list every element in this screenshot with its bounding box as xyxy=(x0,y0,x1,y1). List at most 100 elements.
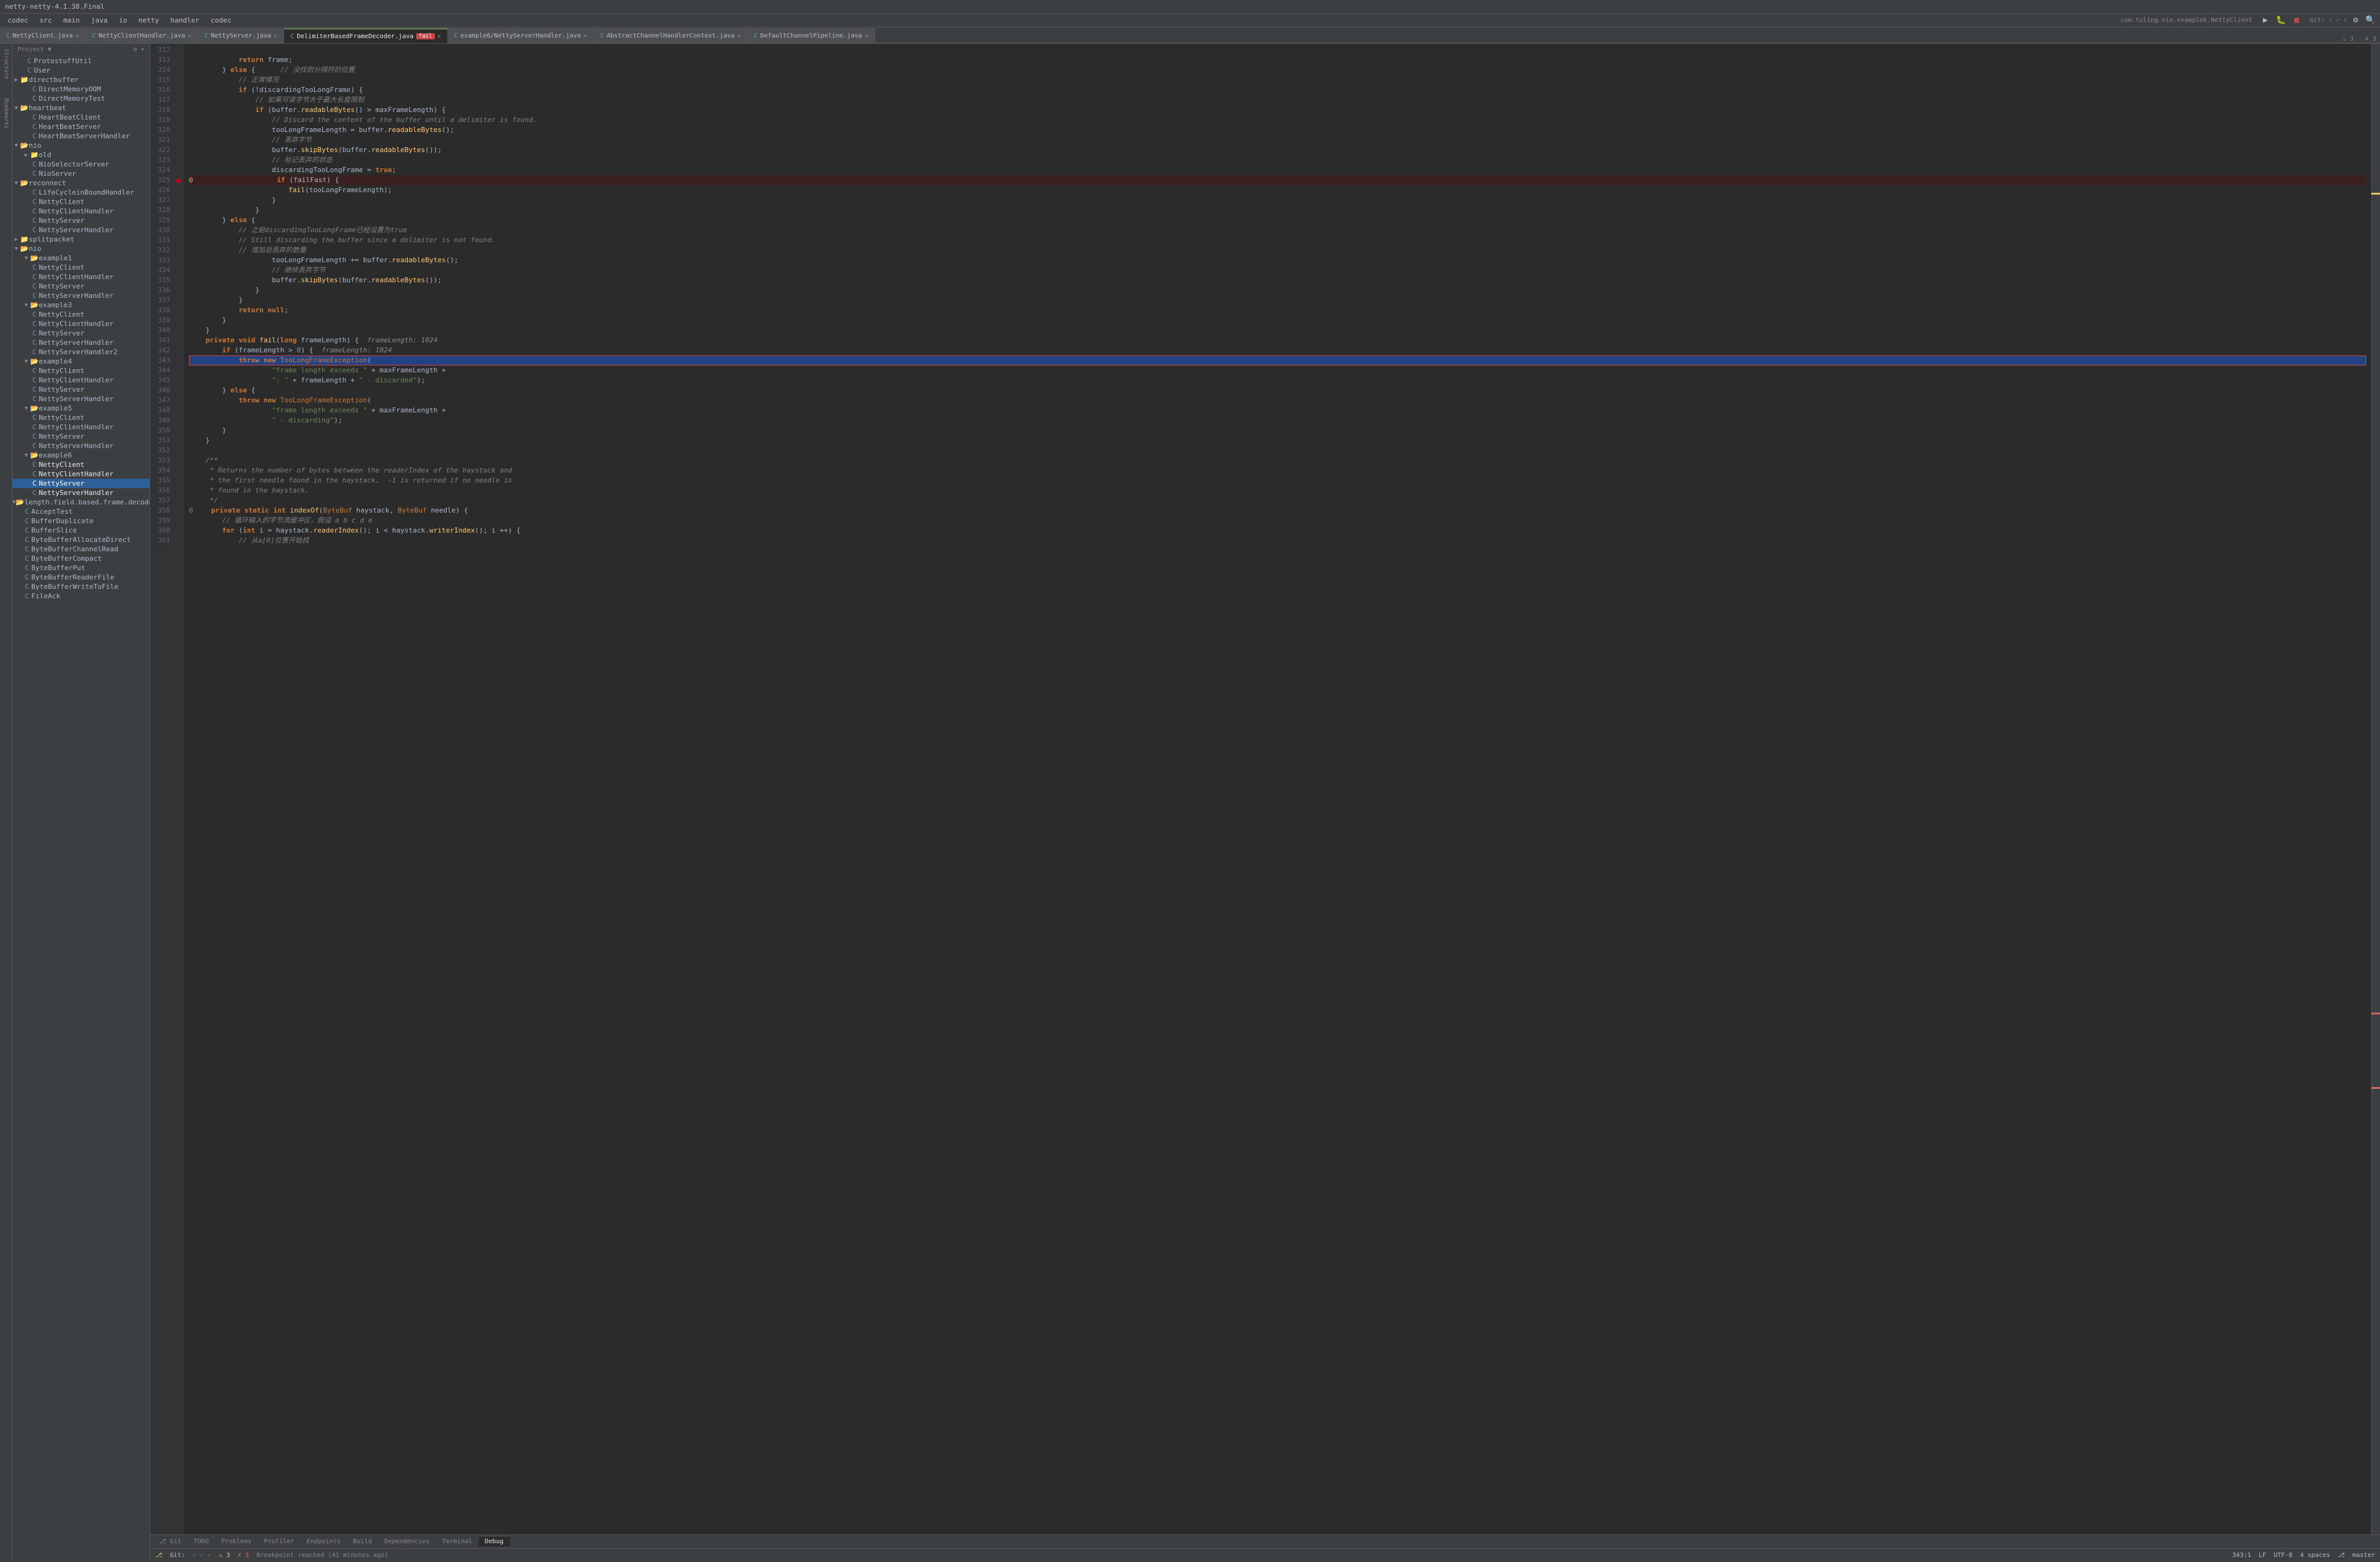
tree-item-nettyserver-ex1[interactable]: C NettyServer xyxy=(13,282,150,291)
tab-delimiterbasedframedecoder[interactable]: C DelimiterBasedFrameDecoder.java fail × xyxy=(284,28,447,43)
tree-item-nettyserver-ex3[interactable]: C NettyServer xyxy=(13,329,150,338)
tree-item-nettyserverhandler-ex5[interactable]: C NettyServerHandler xyxy=(13,441,150,451)
bottom-tab-profiler[interactable]: Profiler xyxy=(258,1537,300,1546)
tree-item-bytebufferwritetofile[interactable]: C ByteBufferWriteToFile xyxy=(13,582,150,591)
tree-item-bufferslice[interactable]: C BufferSlice xyxy=(13,526,150,535)
tree-item-bufferduplicate[interactable]: C BufferDuplicate xyxy=(13,516,150,526)
tab-nettyclient[interactable]: C NettyClient.java × xyxy=(0,28,86,43)
tree-item-nettyclienthandler-reconnect[interactable]: C NettyClientHandler xyxy=(13,207,150,216)
stop-btn[interactable]: ■ xyxy=(2290,14,2304,28)
tree-item-nettyserverhandler2-ex3[interactable]: C NettyServerHandler2 xyxy=(13,347,150,357)
menu-codec2[interactable]: codec xyxy=(206,15,236,26)
tab-close-delimiterbasedframedecoder[interactable]: × xyxy=(437,33,441,40)
tree-item-nettyserverhandler-ex1[interactable]: C NettyServerHandler xyxy=(13,291,150,300)
structure-icon[interactable]: Structure xyxy=(2,46,11,82)
tree-item-heartbeatserverhandler[interactable]: C HeartBeatServerHandler xyxy=(13,131,150,141)
tree-item-bytebuffercompact[interactable]: C ByteBufferCompact xyxy=(13,554,150,563)
menu-netty[interactable]: netty xyxy=(133,15,164,26)
tree-item-nettyserverhandler-ex4[interactable]: C NettyServerHandler xyxy=(13,394,150,404)
tree-item-nettyclient-ex6[interactable]: C NettyClient xyxy=(13,460,150,469)
tree-item-nioselectorserver[interactable]: C NioSelectorServer xyxy=(13,160,150,169)
tree-item-nettyclienthandler-ex1[interactable]: C NettyClientHandler xyxy=(13,272,150,282)
tab-close-abstractchannelhandlercontext[interactable]: × xyxy=(737,33,741,39)
menu-io[interactable]: io xyxy=(114,15,132,26)
tree-item-nettyclienthandler-ex4[interactable]: C NettyClientHandler xyxy=(13,375,150,385)
tree-item-splitpacket[interactable]: ▶ 📁 splitpacket xyxy=(13,235,150,244)
tree-item-example6[interactable]: ▼ 📂 example6 xyxy=(13,451,150,460)
tree-item-nettyserver-ex6[interactable]: C NettyServer xyxy=(13,479,150,488)
bookmarks-icon[interactable]: Bookmarks xyxy=(2,96,11,131)
tree-item-directmemorytest[interactable]: C DirectMemoryTest xyxy=(13,94,150,103)
tab-nettyserverhandler-ex6[interactable]: C example6/NettyServerHandler.java × xyxy=(448,28,594,43)
tree-item-nettyserver-ex4[interactable]: C NettyServer xyxy=(13,385,150,394)
tab-close-defaultchannelpipeline[interactable]: × xyxy=(865,33,868,39)
menu-java[interactable]: java xyxy=(86,15,113,26)
search-btn[interactable]: 🔍 xyxy=(2364,14,2377,28)
tree-item-directmemoryoom[interactable]: C DirectMemoryOOM xyxy=(13,84,150,94)
tree-item-nettyserverhandler-reconnect[interactable]: C NettyServerHandler xyxy=(13,225,150,235)
tab-close-nettyclient[interactable]: × xyxy=(75,33,79,39)
menu-main[interactable]: main xyxy=(58,15,85,26)
bottom-tab-endpoints[interactable]: Endpoints xyxy=(300,1537,347,1546)
tree-item-nettyserverhandler-ex6[interactable]: C NettyServerHandler xyxy=(13,488,150,498)
tab-close-nettyserver[interactable]: × xyxy=(273,33,277,39)
tree-item-example4[interactable]: ▼ 📂 example4 xyxy=(13,357,150,366)
tab-nettyclienthandler[interactable]: C NettyClientHandler.java × xyxy=(86,28,198,43)
tree-label-example5: example5 xyxy=(39,404,150,412)
tree-item-fileack[interactable]: C FileAck xyxy=(13,591,150,601)
tree-item-length-field[interactable]: ▼ 📂 length.field.based.frame.decoder xyxy=(13,498,150,507)
tree-item-nio[interactable]: ▼ 📂 nio xyxy=(13,141,150,150)
tree-item-nettyclienthandler-ex5[interactable]: C NettyClientHandler xyxy=(13,422,150,432)
tab-close-nettyserverhandler-ex6[interactable]: × xyxy=(583,33,587,39)
menu-codec[interactable]: codec xyxy=(3,15,33,26)
ln-355: 355 xyxy=(153,476,170,486)
tree-item-nioserver[interactable]: C NioServer xyxy=(13,169,150,178)
bottom-tab-git[interactable]: ⎇ Git xyxy=(153,1537,188,1546)
tree-item-bytebufferchannelread[interactable]: C ByteBufferChannelRead xyxy=(13,544,150,554)
bottom-tab-terminal[interactable]: Terminal xyxy=(436,1537,479,1546)
tree-item-old[interactable]: ▶ 📁 old xyxy=(13,150,150,160)
tree-item-example1[interactable]: ▼ 📂 example1 xyxy=(13,253,150,263)
tree-item-example5[interactable]: ▼ 📂 example5 xyxy=(13,404,150,413)
menu-src[interactable]: src xyxy=(34,15,57,26)
tree-item-reconnect[interactable]: ▼ 📂 reconnect xyxy=(13,178,150,188)
tab-defaultchannelpipeline[interactable]: C DefaultChannelPipeline.java × xyxy=(748,28,875,43)
tab-close-nettyclienthandler[interactable]: × xyxy=(188,33,191,39)
tree-icon-bufferduplicate: C xyxy=(23,517,31,525)
bottom-tab-debug[interactable]: Debug xyxy=(479,1537,510,1546)
tree-item-example3[interactable]: ▼ 📂 example3 xyxy=(13,300,150,310)
run-btn[interactable]: ▶ xyxy=(2259,14,2272,28)
tab-nettyserver[interactable]: C NettyServer.java × xyxy=(198,28,284,43)
settings-btn[interactable]: ⚙ xyxy=(2349,14,2362,28)
bottom-tab-todo[interactable]: TODO xyxy=(188,1537,215,1546)
tree-item-nettyclient-ex5[interactable]: C NettyClient xyxy=(13,413,150,422)
tree-item-nettyclient-reconnect[interactable]: C NettyClient xyxy=(13,197,150,207)
tree-item-bytebufferput[interactable]: C ByteBufferPut xyxy=(13,563,150,573)
tree-item-nettyserver-ex5[interactable]: C NettyServer xyxy=(13,432,150,441)
tree-item-heartbeatserver[interactable]: C HeartBeatServer xyxy=(13,122,150,131)
tree-item-bytebufferallocatedirect[interactable]: C ByteBufferAllocateDirect xyxy=(13,535,150,544)
tree-item-protostuffutil[interactable]: C ProtostuffUtil xyxy=(13,56,150,66)
tree-item-accepttest[interactable]: C AcceptTest xyxy=(13,507,150,516)
tree-item-directbuffer[interactable]: ▶ 📁 directbuffer xyxy=(13,75,150,84)
tree-item-user[interactable]: C User xyxy=(13,66,150,75)
tree-item-nettyserver-reconnect[interactable]: C NettyServer xyxy=(13,216,150,225)
tree-item-nettyclienthandler-ex3[interactable]: C NettyClientHandler xyxy=(13,319,150,329)
code-content[interactable]: return frame; } else {// 没找到分隔符的位置 // 正常… xyxy=(184,44,2371,1534)
debug-btn[interactable]: 🐛 xyxy=(2274,14,2288,28)
tree-item-nettyclient-ex3[interactable]: C NettyClient xyxy=(13,310,150,319)
tree-item-bytebufferreaderfile[interactable]: C ByteBufferReaderFile xyxy=(13,573,150,582)
tree-item-nettyserverhandler-ex3[interactable]: C NettyServerHandler xyxy=(13,338,150,347)
tree-item-nettyclient-ex4[interactable]: C NettyClient xyxy=(13,366,150,375)
bottom-tab-build[interactable]: Build xyxy=(347,1537,378,1546)
bottom-tab-problems[interactable]: Problems xyxy=(215,1537,258,1546)
tree-item-nettyclient-ex1[interactable]: C NettyClient xyxy=(13,263,150,272)
tree-item-nettyclienthandler-ex6[interactable]: C NettyClientHandler xyxy=(13,469,150,479)
tree-item-nio2[interactable]: ▼ 📂 nio xyxy=(13,244,150,253)
tree-item-heartbeatclient[interactable]: C HeartBeatClient xyxy=(13,113,150,122)
tab-abstractchannelhandlercontext[interactable]: C AbstractChannelHandlerContext.java × xyxy=(594,28,748,43)
tree-item-heartbeat[interactable]: ▼ 📂 heartbeat xyxy=(13,103,150,113)
menu-handler[interactable]: handler xyxy=(165,15,204,26)
bottom-tab-dependencies[interactable]: Dependencies xyxy=(378,1537,435,1546)
tree-item-lifecycleinboundhandler[interactable]: C LifeCycleinBoundHandler xyxy=(13,188,150,197)
